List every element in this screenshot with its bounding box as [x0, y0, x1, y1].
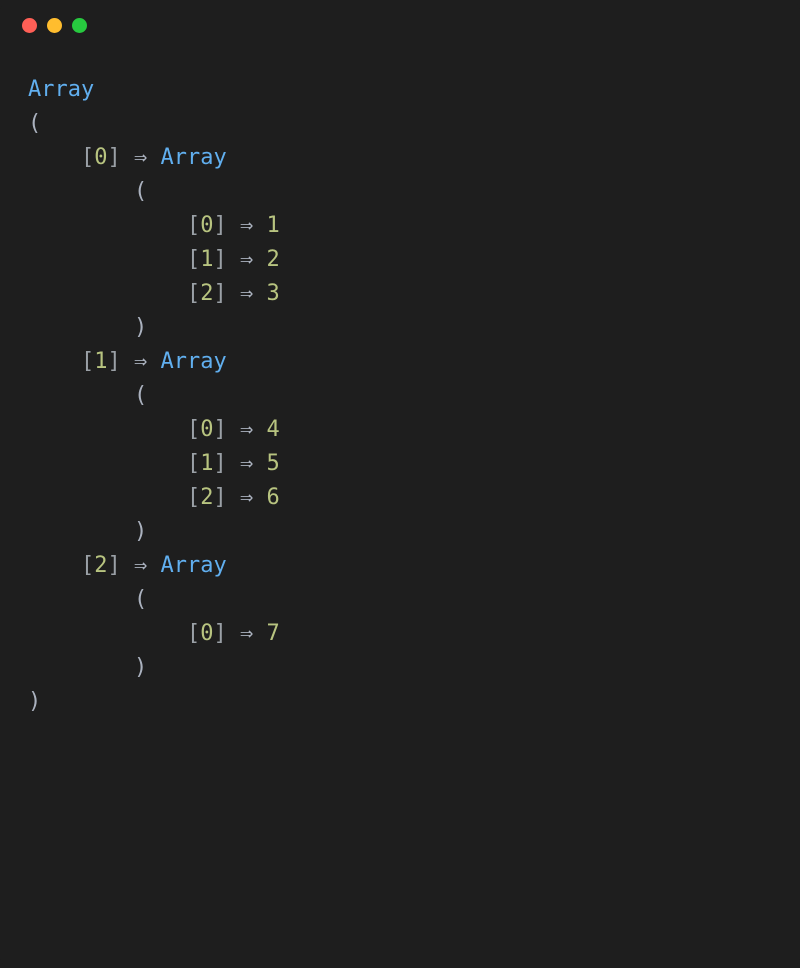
- minimize-icon[interactable]: [47, 18, 62, 33]
- code-line: [0] ⇒ 4: [28, 413, 772, 447]
- code-line: [1] ⇒ Array: [28, 345, 772, 379]
- code-window: Array( [0] ⇒ Array ( [0] ⇒ 1 [1] ⇒ 2 [2]…: [0, 0, 800, 968]
- code-line: (: [28, 175, 772, 209]
- code-line: [0] ⇒ 7: [28, 617, 772, 651]
- code-line: ): [28, 685, 772, 719]
- code-line: (: [28, 379, 772, 413]
- code-line: [2] ⇒ Array: [28, 549, 772, 583]
- titlebar: [0, 0, 800, 43]
- code-line: [2] ⇒ 6: [28, 481, 772, 515]
- close-icon[interactable]: [22, 18, 37, 33]
- code-line: [2] ⇒ 3: [28, 277, 772, 311]
- code-line: [1] ⇒ 5: [28, 447, 772, 481]
- code-line: Array: [28, 73, 772, 107]
- code-line: ): [28, 515, 772, 549]
- code-line: (: [28, 583, 772, 617]
- code-line: [0] ⇒ Array: [28, 141, 772, 175]
- code-line: ): [28, 311, 772, 345]
- code-line: [0] ⇒ 1: [28, 209, 772, 243]
- code-content: Array( [0] ⇒ Array ( [0] ⇒ 1 [1] ⇒ 2 [2]…: [0, 43, 800, 739]
- code-line: [1] ⇒ 2: [28, 243, 772, 277]
- code-line: (: [28, 107, 772, 141]
- maximize-icon[interactable]: [72, 18, 87, 33]
- code-line: ): [28, 651, 772, 685]
